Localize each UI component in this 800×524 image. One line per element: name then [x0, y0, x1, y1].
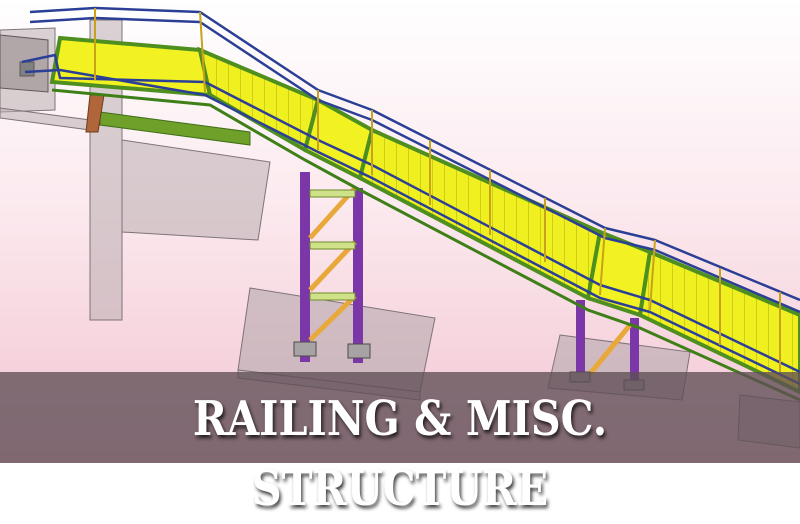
upper-landing-wall — [0, 34, 49, 93]
banner-title: RAILING & MISC. STRUCTURE — [192, 391, 608, 517]
